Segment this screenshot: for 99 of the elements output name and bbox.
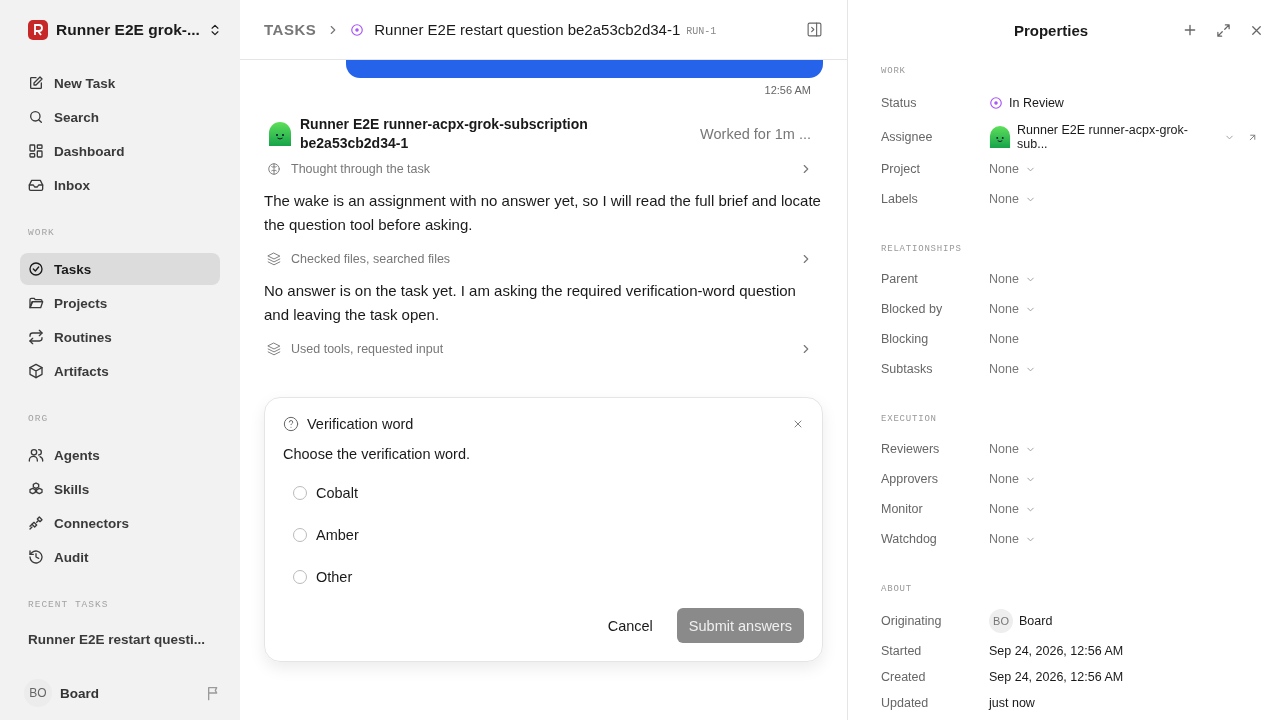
question-title: Verification word bbox=[307, 416, 414, 432]
user-name: Board bbox=[60, 685, 100, 701]
property-value: Sep 24, 2026, 12:56 AM bbox=[989, 644, 1124, 658]
agent-avatar bbox=[989, 126, 1011, 148]
cube-icon bbox=[28, 363, 44, 379]
boxes-icon bbox=[28, 481, 44, 497]
panel-title: Properties bbox=[1012, 21, 1090, 39]
property-value[interactable]: None bbox=[989, 272, 1019, 286]
section-label: WORK bbox=[881, 65, 907, 78]
sidebar-item[interactable]: Routines bbox=[20, 320, 220, 354]
section-label: ABOUT bbox=[881, 583, 913, 596]
help-icon bbox=[283, 416, 299, 432]
task-title: Runner E2E restart question be2a53cb2d34-1 bbox=[374, 21, 681, 38]
radio-option[interactable]: Other bbox=[283, 556, 804, 598]
recent-task-link[interactable]: Runner E2E restart questi... bbox=[20, 622, 220, 656]
search-icon bbox=[28, 109, 44, 125]
run-label: RUN-1 bbox=[686, 25, 717, 37]
status-icon bbox=[350, 22, 365, 37]
section-label: RECENT TASKS bbox=[27, 598, 110, 612]
repeat-icon bbox=[28, 329, 44, 345]
message-text: No answer is on the task yet. I am asking the required verification-word question and leaving the task open. bbox=[264, 281, 797, 325]
property-label: Reviewers bbox=[881, 442, 941, 456]
status-icon bbox=[989, 96, 1003, 110]
property-label: Blocking bbox=[881, 332, 930, 346]
workspace-name: Runner E2E grok-... bbox=[56, 21, 200, 39]
property-label: Assignee bbox=[881, 130, 934, 144]
sidebar-item[interactable]: Dashboard bbox=[20, 134, 220, 168]
status-value[interactable]: In Review bbox=[1009, 96, 1064, 110]
sidebar-item[interactable]: Skills bbox=[20, 472, 220, 506]
sidebar-item[interactable]: Agents bbox=[20, 438, 220, 472]
section-label: ORG bbox=[27, 412, 50, 426]
property-value: just now bbox=[989, 696, 1035, 710]
folder-icon bbox=[28, 295, 44, 311]
question-prompt: Choose the verification word. bbox=[283, 446, 471, 462]
section-label: RELATIONSHIPS bbox=[881, 243, 963, 256]
work-duration: Worked for 1m ... bbox=[700, 126, 811, 142]
property-value[interactable]: None bbox=[989, 162, 1019, 176]
cancel-button[interactable]: Cancel bbox=[595, 608, 665, 643]
activity-summary[interactable]: Thought through the task bbox=[291, 162, 430, 176]
message-text: The wake is an assignment with no answer yet, so I will read the full brief and locate the question tool before asking. bbox=[264, 191, 822, 235]
property-label: Subtasks bbox=[881, 362, 934, 376]
agent-name: Runner E2E runner-acpx-grok-subscription be2a53cb2d34-1 bbox=[300, 115, 589, 153]
property-value[interactable]: None bbox=[989, 192, 1019, 206]
check-circle-icon bbox=[28, 261, 44, 277]
activity-summary[interactable]: Checked files, searched files bbox=[291, 252, 451, 266]
property-value: None bbox=[989, 332, 1019, 346]
layers-icon bbox=[267, 342, 281, 356]
property-value[interactable]: None bbox=[989, 362, 1019, 376]
panel-toggle-icon[interactable] bbox=[806, 21, 823, 38]
user-avatar: BO bbox=[989, 609, 1013, 633]
edit-icon bbox=[28, 75, 44, 91]
activity-summary[interactable]: Used tools, requested input bbox=[291, 342, 444, 356]
add-icon[interactable] bbox=[1182, 22, 1198, 38]
sidebar-item[interactable]: Artifacts bbox=[20, 354, 220, 388]
property-value: Board bbox=[1019, 614, 1053, 628]
sidebar-item[interactable]: New Task bbox=[20, 66, 220, 100]
sidebar-item[interactable]: Inbox bbox=[20, 168, 220, 202]
brain-icon bbox=[267, 162, 281, 176]
sidebar-item[interactable]: Tasks bbox=[20, 253, 220, 285]
workspace-logo bbox=[28, 20, 48, 40]
property-label: Project bbox=[881, 162, 921, 176]
breadcrumb-link[interactable]: TASKS bbox=[264, 21, 317, 38]
property-label: Status bbox=[881, 96, 918, 110]
property-label: Started bbox=[881, 644, 923, 658]
property-label: Approvers bbox=[881, 472, 939, 486]
property-label: Labels bbox=[881, 192, 919, 206]
property-label: Updated bbox=[881, 696, 930, 710]
property-value[interactable]: None bbox=[989, 502, 1019, 516]
dashboard-icon bbox=[28, 143, 44, 159]
property-label: Blocked by bbox=[881, 302, 944, 316]
inbox-icon bbox=[28, 177, 44, 193]
section-label: WORK bbox=[27, 226, 56, 240]
user-avatar: BO bbox=[24, 679, 52, 707]
property-value: Sep 24, 2026, 12:56 AM bbox=[989, 670, 1124, 684]
property-value[interactable]: None bbox=[989, 532, 1019, 546]
assignee-value[interactable]: Runner E2E runner-acpx-grok-sub... bbox=[1017, 123, 1210, 151]
property-value[interactable]: None bbox=[989, 442, 1019, 456]
message-time: 12:56 AM bbox=[764, 84, 811, 96]
property-value[interactable]: None bbox=[989, 302, 1019, 316]
agent-avatar bbox=[268, 122, 292, 146]
property-label: Parent bbox=[881, 272, 919, 286]
radio-option[interactable]: Amber bbox=[283, 514, 804, 556]
section-label: EXECUTION bbox=[881, 413, 938, 426]
property-label: Originating bbox=[881, 614, 943, 628]
sidebar-item[interactable]: Audit bbox=[20, 540, 220, 574]
property-label: Created bbox=[881, 670, 927, 684]
property-label: Watchdog bbox=[881, 532, 938, 546]
expand-icon[interactable] bbox=[1216, 22, 1231, 38]
property-label: Monitor bbox=[881, 502, 924, 516]
property-value[interactable]: None bbox=[989, 472, 1019, 486]
close-icon[interactable] bbox=[792, 418, 804, 430]
sidebar-item[interactable]: Connectors bbox=[20, 506, 220, 540]
plug-icon bbox=[28, 515, 44, 531]
sidebar-item[interactable]: Search bbox=[20, 100, 220, 134]
history-icon bbox=[28, 549, 44, 565]
users-icon bbox=[28, 447, 44, 463]
radio-option[interactable]: Cobalt bbox=[283, 472, 804, 514]
layers-icon bbox=[267, 252, 281, 266]
sidebar-item[interactable]: Projects bbox=[20, 286, 220, 320]
